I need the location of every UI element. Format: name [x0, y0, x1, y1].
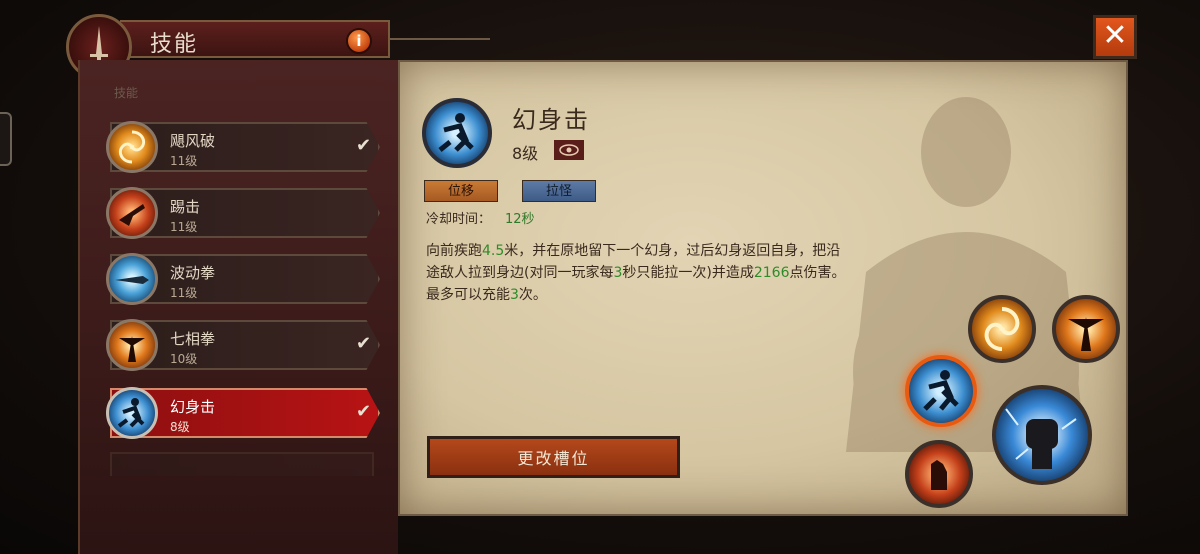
skill-name: 七相拳: [170, 330, 216, 348]
skill-name: 飓风破: [170, 132, 216, 150]
skill-name: 幻身击: [170, 398, 216, 416]
tag-pull: 拉怪: [522, 180, 596, 202]
skill-name: 波动拳: [170, 264, 216, 282]
eye-icon[interactable]: [554, 140, 584, 160]
page-title: 技能: [150, 32, 199, 57]
slot-whirlwind-icon[interactable]: [968, 295, 1036, 363]
slot-primary-fist-icon[interactable]: [992, 385, 1092, 485]
divider: [390, 38, 490, 40]
kick-icon: [106, 187, 158, 239]
change-slot-button[interactable]: 更改槽位: [427, 436, 680, 478]
wave-fist-icon: [106, 253, 158, 305]
cooldown-label: 冷却时间：: [426, 212, 492, 227]
seven-sided-strike-icon: [106, 319, 158, 371]
section-label: 技能: [114, 86, 139, 100]
skill-name: 踢击: [170, 198, 201, 216]
tag-movement: 位移: [424, 180, 498, 202]
slot-palm-icon[interactable]: [905, 440, 973, 508]
skill-level: 11级: [170, 154, 198, 168]
info-button[interactable]: i: [346, 28, 372, 54]
skill-level: 11级: [170, 220, 198, 234]
equipped-check-icon: ✔: [356, 333, 372, 354]
slot-seven-sided-strike-icon[interactable]: [1052, 295, 1120, 363]
skill-level: 10级: [170, 352, 198, 366]
skill-level: 8级: [512, 144, 539, 163]
dashing-strike-icon: [106, 387, 158, 439]
dashing-strike-icon: [422, 98, 492, 168]
slot-dashing-strike-icon[interactable]: [905, 355, 977, 427]
skill-level: 11级: [170, 286, 198, 300]
equipped-check-icon: ✔: [356, 135, 372, 156]
skill-level: 8级: [170, 420, 190, 434]
skill-item-partial[interactable]: [110, 452, 374, 476]
side-handle[interactable]: [0, 112, 12, 166]
skill-title: 幻身击: [512, 106, 590, 134]
close-button[interactable]: ✕: [1093, 15, 1137, 59]
cooldown-value: 12秒: [505, 212, 535, 227]
whirlwind-icon: [106, 121, 158, 173]
skill-description: 向前疾跑4.5米，并在原地留下一个幻身，过后幻身返回自身，把沿途敌人拉到身边(对…: [426, 243, 846, 303]
equipped-check-icon: ✔: [356, 401, 372, 422]
